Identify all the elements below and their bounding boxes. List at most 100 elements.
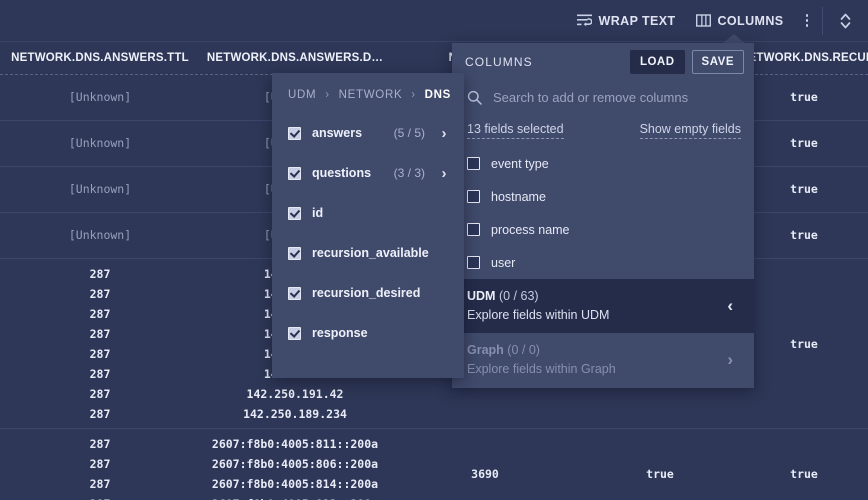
ttl-value: 287: [89, 367, 111, 381]
cell-recursion: true: [790, 228, 818, 242]
app-root: WRAP TEXT COLUMNS NETWORK.DNS.ANSWERS.TT…: [0, 0, 868, 500]
column-header[interactable]: NETWORK.DNS.ANSWERS.TTL: [0, 52, 200, 64]
cell-address-list: 2607:f8b0:4005:811::200a 2607:f8b0:4005:…: [200, 429, 390, 500]
section-graph-name: Graph: [467, 343, 504, 357]
cell-recursion: true: [790, 182, 818, 196]
fields-selected-label[interactable]: 13 fields selected: [467, 122, 564, 139]
column-header[interactable]: NETWORK.DNS.RECUR: [740, 52, 868, 64]
section-graph-title: Graph (0 / 0): [467, 343, 719, 357]
tree-item-questions[interactable]: questions (3 / 3) ›: [272, 153, 464, 193]
checkbox-label: hostname: [491, 189, 546, 204]
tree-item-id[interactable]: id: [272, 193, 464, 233]
tree-item-label: answers: [312, 126, 363, 140]
section-graph-text: Graph (0 / 0) Explore fields within Grap…: [467, 343, 719, 376]
checkbox-item-hostname[interactable]: hostname: [452, 180, 754, 213]
breadcrumb-root[interactable]: UDM: [288, 89, 316, 101]
checkbox-label: process name: [491, 222, 570, 237]
breadcrumb-separator: ›: [325, 89, 330, 101]
address-value: 2607:f8b0:4005:814::200a: [211, 477, 379, 491]
ttl-value: 287: [89, 287, 111, 301]
tree-item-response[interactable]: response: [272, 313, 464, 353]
section-graph[interactable]: Graph (0 / 0) Explore fields within Grap…: [452, 333, 754, 387]
field-tree-panel: UDM › NETWORK › DNS answers (5 / 5) › qu…: [272, 73, 464, 378]
wrap-text-label: WRAP TEXT: [598, 13, 676, 28]
checkbox-icon[interactable]: [288, 286, 301, 300]
address-value: 142.250.191.42: [246, 387, 344, 401]
kebab-menu-icon[interactable]: [794, 8, 821, 33]
cell-ttl: [Unknown]: [68, 90, 132, 104]
section-udm-text: UDM (0 / 63) Explore fields within UDM: [467, 289, 719, 322]
cell-recursion: true: [790, 337, 818, 351]
tree-item-label: recursion_desired: [312, 286, 421, 300]
chevron-left-icon[interactable]: ‹: [719, 297, 741, 314]
columns-panel-title: COLUMNS: [465, 55, 533, 69]
checkbox-icon[interactable]: [467, 190, 480, 203]
section-udm-subtitle: Explore fields within UDM: [467, 308, 610, 322]
section-udm-name: UDM: [467, 289, 496, 303]
table-row[interactable]: 287 287 287 287 2607:f8b0:4005:811::200a…: [0, 429, 868, 500]
cell-ttl-list: 287 287 287 287 287 287 287 287: [0, 259, 200, 429]
load-button[interactable]: LOAD: [629, 50, 685, 74]
breadcrumb-separator: ›: [411, 89, 416, 101]
checkbox-item-event-type[interactable]: event type: [452, 147, 754, 180]
section-graph-subtitle: Explore fields within Graph: [467, 362, 616, 376]
search-input[interactable]: [493, 89, 741, 105]
ttl-value: 287: [0, 494, 200, 500]
checkbox-label: user: [491, 255, 516, 270]
tree-item-recursion-desired[interactable]: recursion_desired: [272, 273, 464, 313]
breadcrumb: UDM › NETWORK › DNS: [272, 73, 464, 113]
tree-item-count: (3 / 3): [393, 166, 425, 180]
cell-col4: true: [646, 467, 674, 481]
checkbox-icon[interactable]: [467, 223, 480, 236]
column-header[interactable]: NETWORK.DNS.ANSWERS.D…: [200, 52, 390, 64]
section-udm[interactable]: UDM (0 / 63) Explore fields within UDM ‹: [452, 279, 754, 333]
columns-button[interactable]: COLUMNS: [686, 10, 794, 32]
expand-collapse-icon[interactable]: [825, 6, 868, 36]
cell-ttl: [Unknown]: [68, 136, 132, 150]
cell-recursion: true: [790, 90, 818, 104]
save-button[interactable]: SAVE: [691, 50, 744, 74]
tree-item-label: id: [312, 206, 324, 220]
tree-item-label: recursion_available: [312, 246, 429, 260]
cell-ttl: [Unknown]: [68, 182, 132, 196]
show-empty-fields-toggle[interactable]: Show empty fields: [639, 122, 741, 139]
tree-item-count: (5 / 5): [393, 126, 425, 140]
checkbox-item-user[interactable]: user: [452, 246, 754, 279]
address-value: 142.250.189.234: [243, 407, 347, 421]
wrap-text-button[interactable]: WRAP TEXT: [567, 10, 686, 32]
tree-item-answers[interactable]: answers (5 / 5) ›: [272, 113, 464, 153]
tree-item-recursion-available[interactable]: recursion_available: [272, 233, 464, 273]
chevron-right-icon[interactable]: ›: [436, 125, 452, 142]
checkbox-item-process-name[interactable]: process name: [452, 213, 754, 246]
breadcrumb-mid[interactable]: NETWORK: [339, 89, 403, 101]
cell-recursion: true: [790, 136, 818, 150]
breadcrumb-leaf: DNS: [424, 89, 452, 101]
checkbox-icon[interactable]: [467, 256, 480, 269]
checkbox-icon[interactable]: [288, 246, 301, 260]
columns-label: COLUMNS: [717, 13, 784, 28]
section-udm-count: (0 / 63): [498, 289, 539, 303]
ttl-value: 287: [89, 327, 111, 341]
columns-panel: COLUMNS LOAD SAVE 13 fields selected Sho…: [452, 43, 754, 388]
checkbox-icon[interactable]: [467, 157, 480, 170]
chevron-right-icon[interactable]: ›: [719, 351, 741, 368]
checkbox-icon[interactable]: [288, 326, 301, 340]
chevron-right-icon[interactable]: ›: [436, 165, 452, 182]
panel-caret: [723, 34, 745, 43]
checkbox-icon[interactable]: [288, 206, 301, 220]
ttl-value: 287: [89, 437, 111, 451]
checkbox-icon[interactable]: [288, 166, 301, 180]
cell-ttl: [Unknown]: [68, 228, 132, 242]
columns-search-row: [452, 81, 754, 113]
cell-recursion: true: [790, 467, 818, 481]
ttl-value: 287: [89, 407, 111, 421]
checkbox-icon[interactable]: [288, 126, 301, 140]
address-value: 2607:f8b0:4005:811::200a: [211, 437, 379, 451]
toolbar-divider: [822, 6, 823, 35]
cell-ttl-list: 287 287 287 287: [0, 429, 200, 500]
ttl-value: 287: [89, 307, 111, 321]
ttl-value: 287: [89, 347, 111, 361]
columns-meta-row: 13 fields selected Show empty fields: [452, 113, 754, 147]
address-value: 2607:f8b0:4005:813::200a: [200, 494, 390, 500]
ttl-value: 287: [89, 457, 111, 471]
